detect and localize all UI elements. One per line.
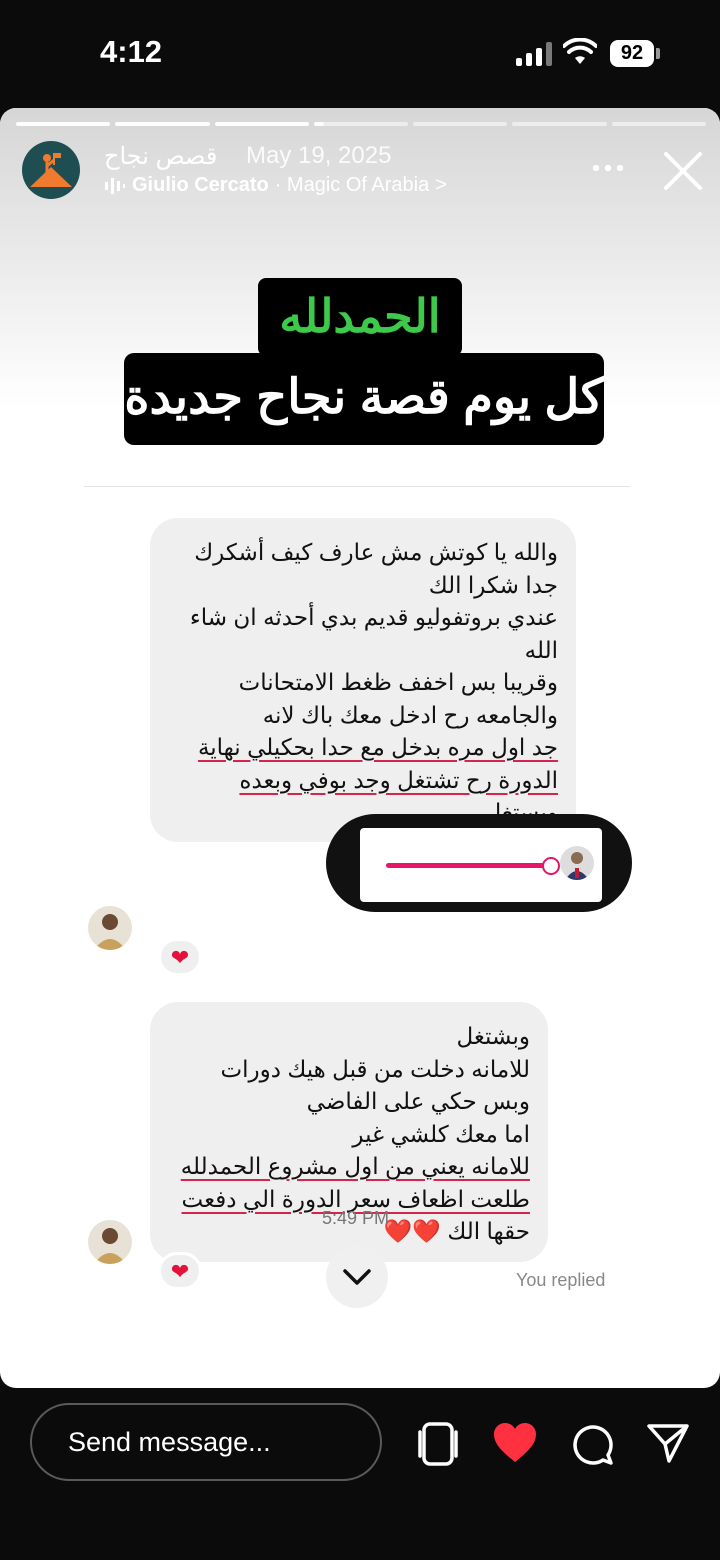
progress-segment — [413, 122, 508, 126]
send-message-input[interactable]: Send message... — [30, 1403, 382, 1481]
sender-avatar — [88, 906, 132, 950]
music-title: · Magic Of Arabia — [274, 174, 430, 196]
story-view[interactable]: قصص نجاح May 19, 2025 Giulio Cercato · M… — [0, 108, 720, 1388]
scroll-down-button — [326, 1246, 388, 1308]
progress-segment — [512, 122, 607, 126]
slider-track — [386, 863, 550, 868]
remix-icon[interactable] — [414, 1422, 462, 1466]
battery-tip — [656, 48, 660, 59]
progress-segment — [214, 122, 309, 126]
music-info[interactable]: Giulio Cercato · Magic Of Arabia > — [104, 174, 447, 197]
wifi-icon — [563, 38, 597, 64]
comment-icon[interactable] — [570, 1422, 614, 1466]
message-line: الدورة رح تشتغل وجد بوفي وبعده — [239, 766, 558, 793]
overlay-heading: الحمدلله — [258, 278, 462, 356]
you-replied-label: You replied — [516, 1270, 606, 1290]
message-line: والله يا كوتش مش عارف كيف أشكرك — [194, 539, 558, 565]
audio-bars-icon — [105, 177, 125, 194]
message-line: وقريبا بس اخفف ظغط الامتحانات — [238, 669, 558, 695]
heart-reaction: ❤ — [158, 1252, 202, 1290]
reply-bar: Send message... — [0, 1388, 720, 1560]
overlay-tagline: كل يوم قصة نجاح جديدة — [124, 353, 604, 445]
slider-face-icon — [560, 846, 594, 880]
account-name[interactable]: قصص نجاح — [104, 142, 217, 171]
chevron-right-icon: > — [435, 174, 447, 196]
message-bubble: والله يا كوتش مش عارف كيف أشكرك جدا شكرا… — [150, 518, 576, 842]
message-line: للامانه دخلت من قبل هيك دورات — [220, 1055, 530, 1082]
message-line: الله — [524, 636, 558, 663]
account-avatar[interactable] — [22, 141, 80, 199]
message-line: جدا شكرا الك — [428, 571, 558, 598]
cellular-signal-icon — [516, 42, 552, 66]
heart-icon[interactable] — [492, 1422, 538, 1464]
sender-avatar — [88, 1220, 132, 1264]
slider-knob[interactable] — [542, 857, 560, 875]
story-progress-bar — [16, 122, 706, 126]
heart-reaction: ❤ — [158, 938, 202, 976]
more-options-icon[interactable] — [592, 158, 628, 178]
message-time: 5:49 PM — [322, 1208, 390, 1228]
divider — [84, 486, 630, 487]
status-bar: 4:12 92 — [0, 0, 720, 108]
message-line: وبس حكي على الفاضي — [306, 1088, 530, 1114]
progress-segment — [115, 122, 210, 126]
message-line: للامانه يعني من اول مشروع الحمدلله — [180, 1153, 530, 1179]
progress-segment-current — [313, 122, 409, 126]
message-line: والجامعه رح ادخل معك باك لانه — [262, 701, 558, 728]
progress-segment — [16, 122, 111, 126]
story-date: May 19, 2025 — [246, 142, 392, 169]
emoji-slider-sticker[interactable] — [360, 828, 602, 902]
message-line: جد اول مره بدخل مع حدا بحكيلي نهاية — [197, 734, 558, 760]
progress-segment — [611, 122, 706, 126]
battery-indicator: 92 — [610, 40, 654, 67]
music-artist: Giulio Cercato — [132, 174, 269, 196]
share-icon[interactable] — [646, 1422, 690, 1464]
message-line: اما معك كلشي غير — [352, 1120, 530, 1147]
message-line: وبشتغل — [456, 1023, 530, 1049]
message-line: عندي بروتفوليو قديم بدي أحدثه ان شاء — [189, 604, 558, 630]
close-icon[interactable] — [662, 150, 704, 192]
status-time: 4:12 — [100, 34, 163, 69]
